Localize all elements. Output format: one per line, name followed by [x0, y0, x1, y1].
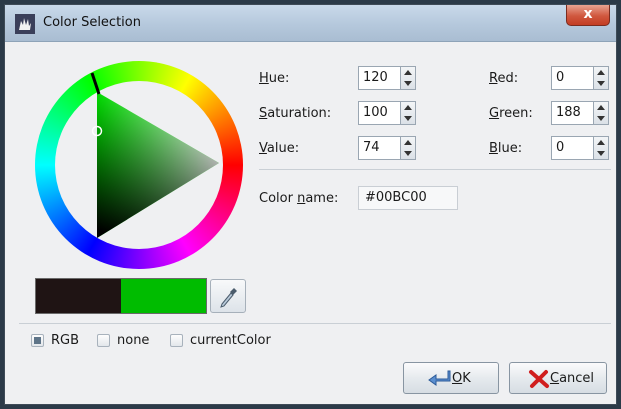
current-color-swatch: [121, 279, 206, 313]
hue-value[interactable]: 120: [363, 70, 388, 85]
paint-hand-icon: [15, 14, 35, 34]
eyedropper-icon: [220, 288, 237, 308]
red-label: Red:: [489, 71, 519, 86]
value-stepper[interactable]: [400, 137, 415, 159]
value-spinner[interactable]: 74: [358, 136, 416, 160]
blue-value[interactable]: 0: [556, 140, 564, 155]
arrow-enter-icon: [428, 370, 451, 386]
red-stepper[interactable]: [593, 67, 608, 89]
red-value[interactable]: 0: [556, 70, 564, 85]
saturation-value[interactable]: 100: [363, 105, 388, 120]
saturation-label: Saturation:: [259, 106, 332, 121]
close-button[interactable]: x: [566, 5, 610, 26]
color-preview: [35, 278, 207, 314]
previous-color-swatch: [36, 279, 121, 313]
green-value[interactable]: 188: [556, 105, 581, 120]
divider: [19, 323, 611, 324]
ok-button[interactable]: OK: [403, 362, 499, 394]
currentcolor-checkbox-label[interactable]: currentColor: [190, 333, 271, 348]
value-value[interactable]: 74: [363, 140, 380, 155]
color-name-value[interactable]: #00BC00: [365, 190, 427, 205]
hue-spinner[interactable]: 120: [358, 66, 416, 90]
red-spinner[interactable]: 0: [551, 66, 609, 90]
hue-stepper[interactable]: [400, 67, 415, 89]
window-title: Color Selection: [43, 15, 141, 30]
eyedropper-button[interactable]: [210, 279, 246, 313]
saturation-value-triangle[interactable]: [35, 61, 243, 269]
red-x-icon: [529, 370, 549, 388]
green-spinner[interactable]: 188: [551, 101, 609, 125]
color-selection-dialog: Color Selection x Hue: 120 Saturation: 1…: [4, 4, 617, 405]
saturation-spinner[interactable]: 100: [358, 101, 416, 125]
blue-stepper[interactable]: [593, 137, 608, 159]
rgb-checkbox[interactable]: [31, 334, 44, 347]
blue-label: Blue:: [489, 141, 523, 156]
divider: [259, 169, 611, 170]
color-name-label: Color name:: [259, 191, 339, 206]
blue-spinner[interactable]: 0: [551, 136, 609, 160]
title-bar: Color Selection x: [5, 5, 616, 42]
currentcolor-checkbox[interactable]: [170, 334, 183, 347]
none-checkbox-label[interactable]: none: [117, 333, 149, 348]
value-label: Value:: [259, 141, 300, 156]
rgb-checkbox-label[interactable]: RGB: [51, 333, 79, 348]
saturation-stepper[interactable]: [400, 102, 415, 124]
none-checkbox[interactable]: [97, 334, 110, 347]
cancel-button[interactable]: Cancel: [509, 362, 607, 394]
color-wheel[interactable]: [35, 61, 243, 269]
green-stepper[interactable]: [593, 102, 608, 124]
hue-marker[interactable]: [90, 72, 101, 95]
green-label: Green:: [489, 106, 533, 121]
color-name-field[interactable]: #00BC00: [358, 186, 458, 210]
hue-label: Hue:: [259, 71, 290, 86]
